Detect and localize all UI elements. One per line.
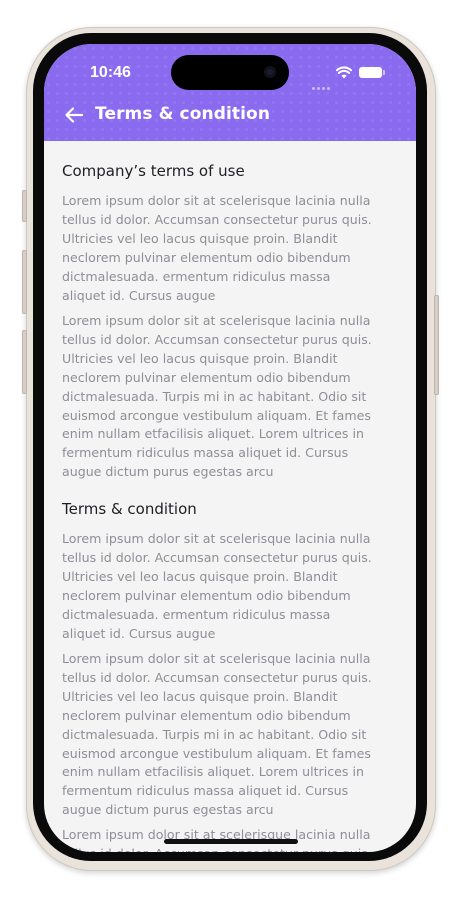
action-button bbox=[22, 190, 27, 222]
power-button bbox=[434, 295, 439, 395]
camera-icon bbox=[264, 66, 276, 78]
arrow-left-icon[interactable] bbox=[64, 106, 84, 124]
paragraph: Lorem ipsum dolor sit at scelerisque lac… bbox=[62, 651, 372, 818]
page-title: Terms & condition bbox=[95, 104, 271, 124]
app-header: 10:46 Terms & condition bbox=[44, 44, 416, 141]
paragraph: Lorem ipsum dolor sit at scelerisque lac… bbox=[62, 531, 372, 641]
paragraph: Lorem ipsum dolor sit at scelerisque lac… bbox=[62, 193, 372, 303]
cellular-signal-icon bbox=[312, 75, 336, 90]
wifi-icon bbox=[336, 66, 352, 79]
volume-up-button bbox=[22, 250, 27, 314]
terms-content[interactable]: Company’s terms of use Lorem ipsum dolor… bbox=[44, 141, 416, 852]
section-heading-terms-condition: Terms & condition bbox=[62, 500, 197, 518]
volume-down-button bbox=[22, 330, 27, 394]
section-heading-company-terms: Company’s terms of use bbox=[62, 162, 245, 180]
home-indicator bbox=[164, 839, 298, 844]
app-screen: 10:46 Terms & condition Company’s terms … bbox=[44, 44, 416, 852]
dynamic-island bbox=[171, 55, 289, 90]
paragraph: Lorem ipsum dolor sit at scelerisque lac… bbox=[62, 313, 372, 480]
status-time: 10:46 bbox=[90, 64, 131, 81]
battery-icon bbox=[359, 67, 385, 78]
